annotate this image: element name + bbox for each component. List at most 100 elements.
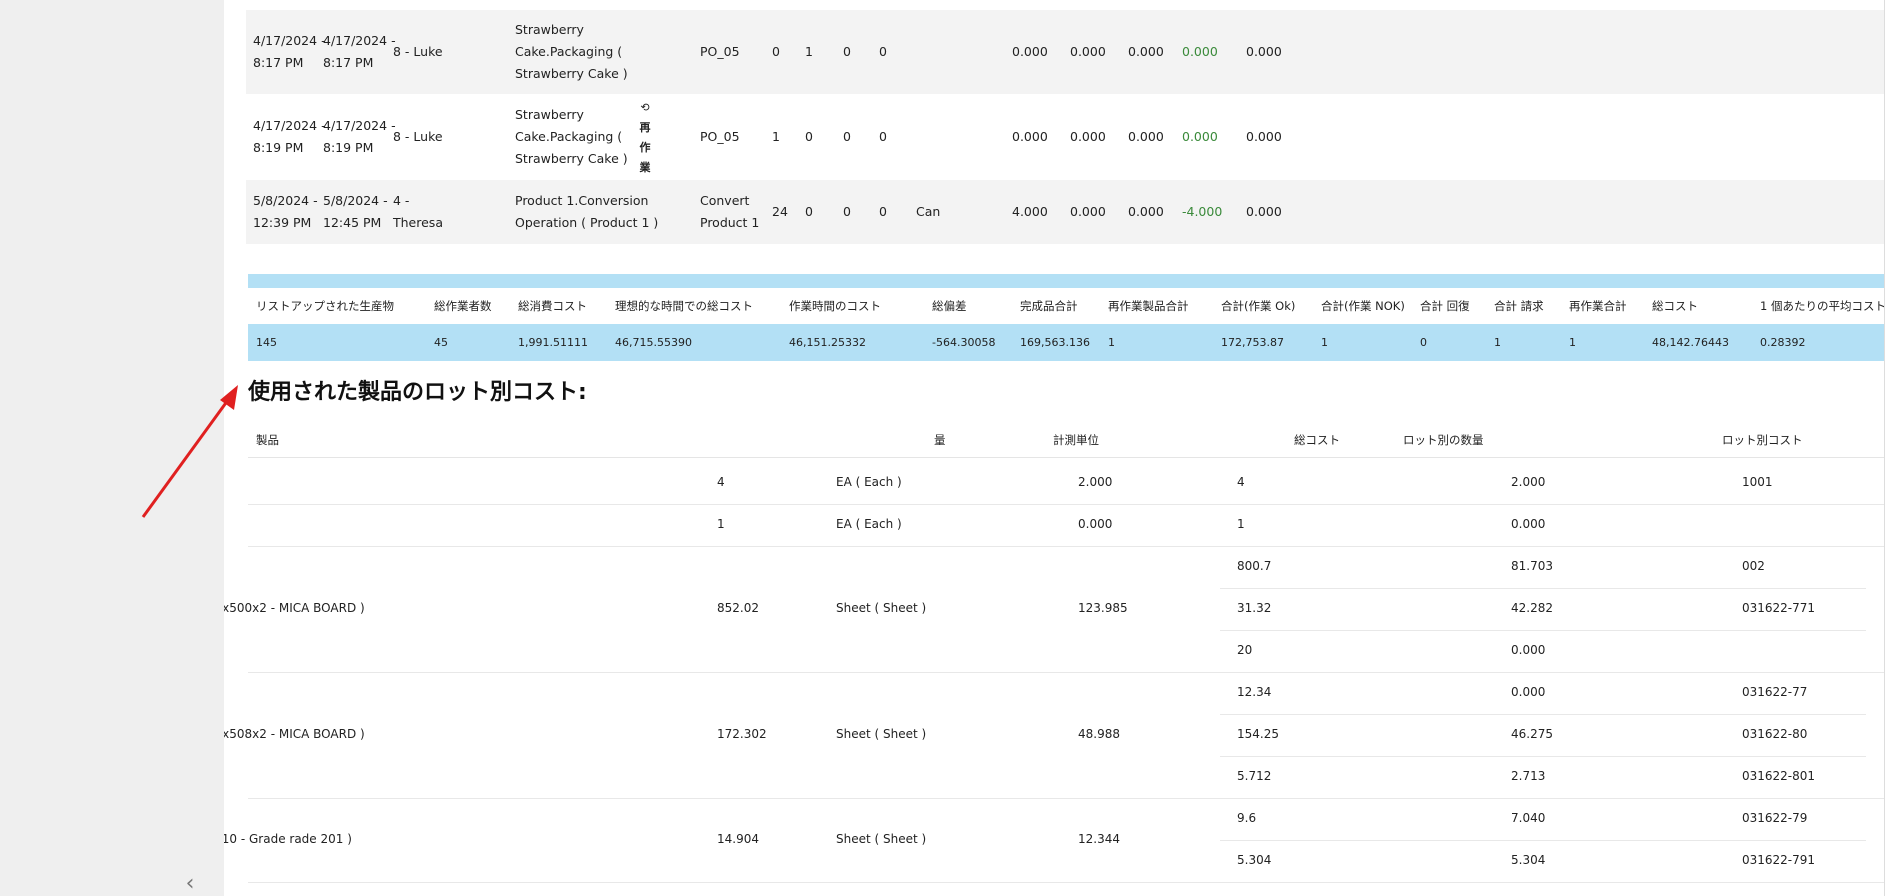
lot-batch: 031622-801: [1742, 769, 1816, 783]
lot-header-cell: 計測単位: [1053, 433, 1099, 447]
section-title: 使用された製品のロット別コスト:: [248, 380, 587, 405]
log-c4: 0.000: [1182, 129, 1218, 144]
lot-divider: [1220, 714, 1866, 715]
log-end: 5/8/2024 -12:45 PM: [323, 193, 388, 230]
log-q1: 0: [772, 44, 780, 59]
log-q3: 0: [843, 204, 851, 219]
summary-header-cell: 合計(作業 NOK): [1321, 299, 1405, 313]
lot-cost: 7.040: [1511, 811, 1546, 825]
row-divider: [248, 882, 1884, 883]
log-operator: 4 - Theresa: [393, 193, 443, 230]
lot-product-cost: 12.344: [1078, 832, 1120, 846]
log-row: 5/8/2024 -12:39 PM 5/8/2024 -12:45 PM 4 -T…: [246, 180, 1884, 244]
lot-product-cost: 48.988: [1078, 727, 1120, 741]
right-scroll-edge: [1884, 0, 1904, 896]
lot-product-cost: 2.000: [1078, 475, 1113, 489]
summary-value-cell: 0.28392: [1760, 336, 1806, 349]
summary-header-cell: 完成品合計: [1020, 299, 1078, 313]
lot-product-qty: 4: [717, 475, 725, 489]
lot-cost: 42.282: [1511, 601, 1553, 615]
lot-batch: 031622-791: [1742, 853, 1816, 867]
lot-qty: 1: [1237, 517, 1245, 531]
lot-product-name: 610x508x2 - MICA BOARD ( 610x508x2 - MIC…: [224, 727, 365, 741]
log-end: 4/17/2024 -8:17 PM: [323, 33, 396, 70]
lot-qty: 154.25: [1237, 727, 1279, 741]
lot-header-cell: ロット別の数量: [1403, 433, 1484, 447]
summary-value-cell: 0: [1420, 336, 1427, 349]
lot-product-qty: 1: [717, 517, 725, 531]
lot-cost: 0.000: [1511, 685, 1546, 699]
log-start: 4/17/2024 -8:19 PM: [253, 118, 326, 155]
lot-divider: [1220, 756, 1866, 757]
summary-header-cell: 総コスト: [1652, 299, 1698, 313]
log-order: Convert Product 1: [700, 193, 760, 230]
summary-values-row: 145 45 1,991.51111 46,715.55390 46,151.25332…: [248, 324, 1884, 361]
lot-qty: 20: [1237, 643, 1253, 657]
log-operation: Product 1.Conversion Operation ( Product …: [515, 193, 659, 230]
log-operator: 8 - Luke: [393, 129, 443, 144]
summary-header-cell: 再作業合計: [1569, 299, 1627, 313]
lot-batch: 031622-77: [1742, 685, 1808, 699]
summary-value-cell: 46,715.55390: [615, 336, 692, 349]
lot-cost: 0.000: [1511, 517, 1546, 531]
lot-divider: [1220, 840, 1866, 841]
summary-header-cell: 合計 回復: [1420, 299, 1470, 313]
log-c4: -4.000: [1182, 204, 1223, 219]
log-c2: 0.000: [1070, 204, 1106, 219]
lot-product-qty: 852.02: [717, 601, 759, 615]
lot-product-name: 750x750x10 - G201 ( 750x750x10 - Grade r…: [224, 832, 352, 846]
lot-product-unit: Sheet ( Sheet ): [836, 727, 927, 741]
summary-header-cell: 総消費コスト: [518, 299, 587, 313]
log-q2: 0: [805, 204, 813, 219]
lot-qty: 5.304: [1237, 853, 1272, 867]
log-q4: 0: [879, 204, 887, 219]
lot-batch: 002: [1742, 559, 1765, 573]
lot-batch: 031622-79: [1742, 811, 1808, 825]
lot-header-cell: 総コスト: [1294, 433, 1340, 447]
log-start: 4/17/2024 -8:17 PM: [253, 33, 326, 70]
log-c1: 0.000: [1012, 44, 1048, 59]
log-c2: 0.000: [1070, 44, 1106, 59]
summary-value-cell: 172,753.87: [1221, 336, 1284, 349]
lot-cost: 0.000: [1511, 643, 1546, 657]
lot-cost: 46.275: [1511, 727, 1553, 741]
summary-header-cell: リストアップされた生産物: [256, 299, 394, 313]
log-start: 5/8/2024 -12:39 PM: [253, 193, 318, 230]
lot-product-qty: 14.904: [717, 832, 759, 846]
row-divider: [248, 546, 1884, 547]
log-row: 4/17/2024 -8:17 PM 4/17/2024 -8:17 PM 8 - …: [246, 10, 1884, 94]
lot-cost: 2.000: [1511, 475, 1546, 489]
log-c3: 0.000: [1128, 44, 1164, 59]
log-operation: Strawberry Cake.Packaging (Strawberry Cak…: [515, 107, 628, 166]
log-note: Can: [916, 204, 941, 219]
summary-value-cell: 145: [256, 336, 277, 349]
report-content: 4/17/2024 -8:17 PM 4/17/2024 -8:17 PM 8 - …: [224, 0, 1884, 896]
lot-product-unit: Sheet ( Sheet ): [836, 832, 927, 846]
row-divider: [248, 672, 1884, 673]
summary-header-cell: 総作業者数: [434, 299, 492, 313]
lot-qty: 4: [1237, 475, 1245, 489]
summary-value-cell: 46,151.25332: [789, 336, 866, 349]
lot-qty: 5.712: [1237, 769, 1272, 783]
lot-header-cell: 製品: [256, 433, 279, 447]
log-c1: 0.000: [1012, 129, 1048, 144]
row-divider: [248, 798, 1884, 799]
summary-header-cell: 1 個あたりの平均コスト: [1760, 299, 1884, 313]
log-q1: 1: [772, 129, 780, 144]
log-c5: 0.000: [1246, 129, 1282, 144]
rework-icon: ⟲ 再作業: [638, 98, 652, 178]
refresh-icon: ⟲: [640, 101, 650, 114]
lot-batch: 031622-771: [1742, 601, 1816, 615]
summary-header-cell: 再作業製品合計: [1108, 299, 1189, 313]
row-divider: [248, 504, 1884, 505]
lot-qty: 9.6: [1237, 811, 1257, 825]
lot-product-unit: EA ( Each ): [836, 517, 902, 531]
log-q1: 24: [772, 204, 788, 219]
lot-product-unit: EA ( Each ): [836, 475, 902, 489]
log-c3: 0.000: [1128, 129, 1164, 144]
log-q3: 0: [843, 129, 851, 144]
log-q3: 0: [843, 44, 851, 59]
lot-cost: 2.713: [1511, 769, 1546, 783]
chevron-left-icon[interactable]: ‹: [180, 873, 200, 895]
summary-value-cell: 1,991.51111: [518, 336, 588, 349]
